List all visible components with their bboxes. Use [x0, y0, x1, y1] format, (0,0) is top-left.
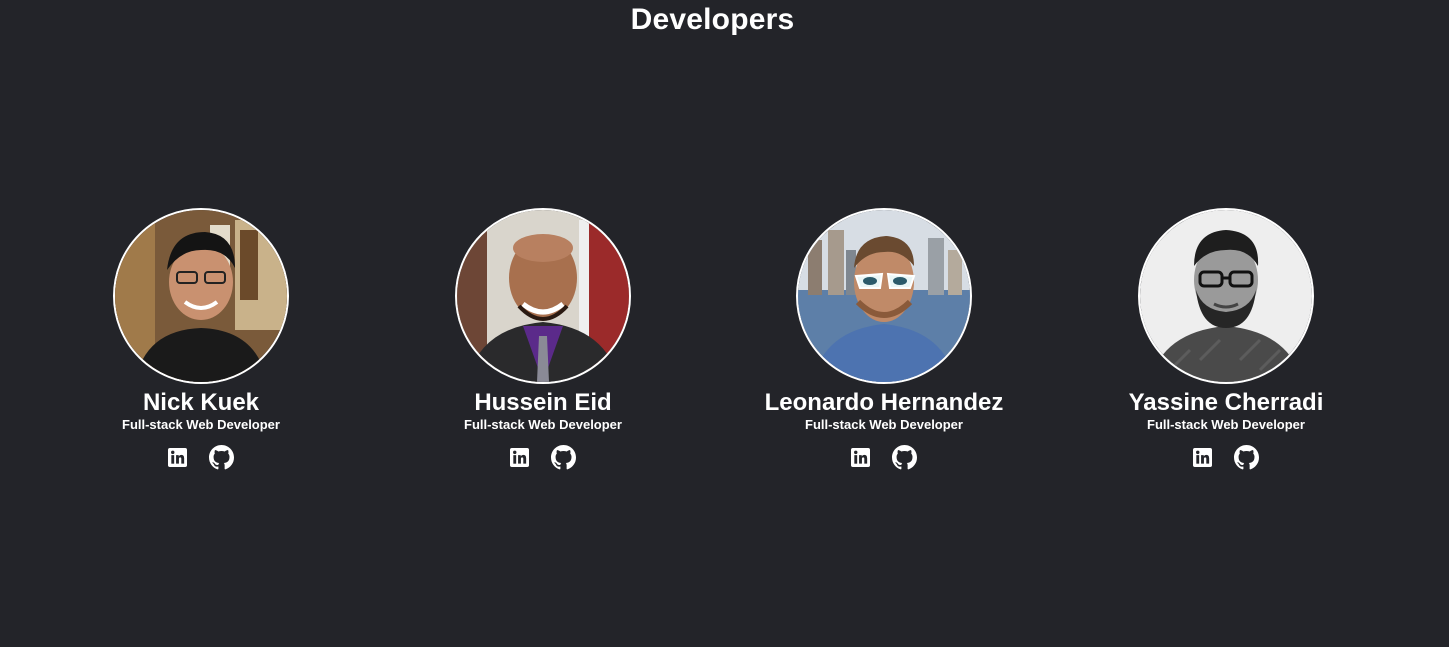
- github-icon[interactable]: [209, 444, 234, 470]
- developer-card: Hussein Eid Full-stack Web Developer: [383, 208, 703, 470]
- avatar: [1138, 208, 1314, 384]
- developer-card: Nick Kuek Full-stack Web Developer: [41, 208, 361, 470]
- developer-name: Hussein Eid: [474, 389, 612, 416]
- developer-name: Yassine Cherradi: [1128, 389, 1324, 416]
- page-title: Developers: [630, 3, 795, 36]
- linkedin-icon[interactable]: [851, 447, 870, 467]
- avatar-photo: [457, 210, 629, 382]
- developer-role: Full-stack Web Developer: [122, 417, 280, 432]
- avatar-photo: [1140, 210, 1312, 382]
- social-links: [41, 444, 361, 470]
- linkedin-icon[interactable]: [1193, 447, 1212, 467]
- linkedin-icon[interactable]: [168, 447, 187, 467]
- social-links: [1066, 444, 1386, 470]
- developer-name: Leonardo Hernandez: [764, 389, 1004, 416]
- avatar: [113, 208, 289, 384]
- developer-role: Full-stack Web Developer: [805, 417, 963, 432]
- github-icon[interactable]: [892, 444, 917, 470]
- avatar-photo: [115, 210, 287, 382]
- developer-name: Nick Kuek: [142, 389, 260, 416]
- github-icon[interactable]: [1234, 444, 1259, 470]
- social-links: [724, 444, 1044, 470]
- developer-card: Leonardo Hernandez Full-stack Web Develo…: [724, 208, 1044, 470]
- developer-card: Yassine Cherradi Full-stack Web Develope…: [1066, 208, 1386, 470]
- developer-role: Full-stack Web Developer: [464, 417, 622, 432]
- developers-page: Developers Nick Kuek Full-stack Web Deve…: [0, 0, 1449, 647]
- github-icon[interactable]: [551, 444, 576, 470]
- avatar: [455, 208, 631, 384]
- avatar: [796, 208, 972, 384]
- social-links: [383, 444, 703, 470]
- developer-role: Full-stack Web Developer: [1147, 417, 1305, 432]
- avatar-photo: [798, 210, 970, 382]
- linkedin-icon[interactable]: [510, 447, 529, 467]
